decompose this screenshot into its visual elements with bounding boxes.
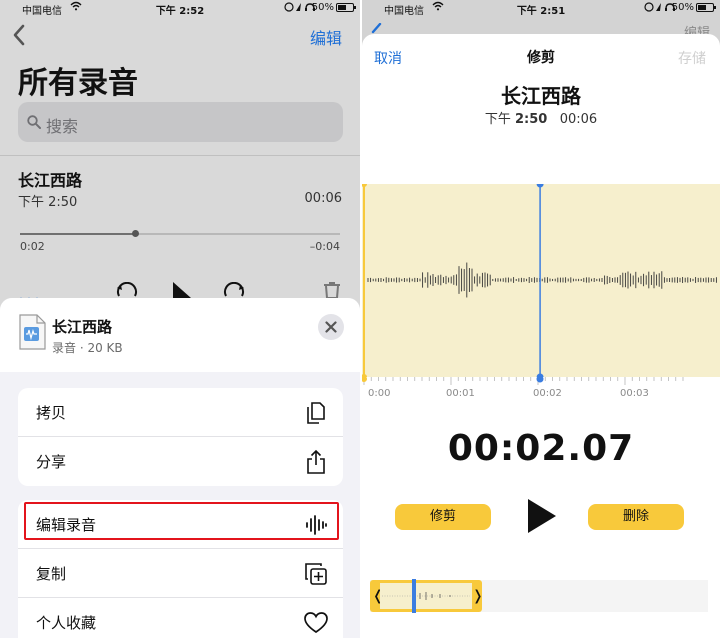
time-ruler: 0:00 00:01 00:02 00:03: [362, 377, 684, 399]
file-meta: 录音 · 20 KB: [52, 341, 123, 355]
overview-strip[interactable]: ❬ ❭: [370, 579, 708, 613]
scrubber-progress: [20, 233, 136, 235]
menu-item-favorite[interactable]: 个人收藏: [18, 598, 343, 638]
recording-name: 长江西路: [501, 84, 581, 108]
menu-item-label: 拷贝: [36, 404, 67, 422]
menu-item-label: 复制: [36, 565, 67, 583]
trim-modal: 取消 修剪 存储 长江西路 下午 2:50 00:06 0:00 00:01 0…: [362, 34, 720, 638]
playback-timer: 00:02.07: [447, 428, 635, 469]
recording-name[interactable]: 长江西路: [18, 167, 82, 191]
battery-icon: [696, 3, 716, 12]
status-bar: 中国电信 下午 2:51 50%: [362, 0, 720, 17]
overview-waveform: [380, 583, 472, 609]
remaining-time: –0:04: [309, 240, 340, 253]
overview-playhead[interactable]: [412, 579, 416, 613]
modal-title: 修剪: [527, 50, 555, 66]
menu-group-1: 拷贝 分享: [18, 388, 343, 486]
battery-icon: [336, 3, 356, 12]
trim-selection[interactable]: ❬ ❭: [370, 579, 484, 613]
ruler-label: 00:03: [620, 388, 649, 399]
trim-right-handle-icon[interactable]: ❭: [472, 588, 484, 604]
waveform-bars: [367, 262, 717, 298]
action-sheet: 长江西路 录音 · 20 KB 拷贝 分享 编辑录音 复制 个人收藏: [0, 298, 360, 638]
menu-item-duplicate[interactable]: 复制: [18, 549, 343, 598]
trim-button[interactable]: 修剪: [395, 504, 491, 530]
menu-item-share[interactable]: 分享: [18, 437, 343, 486]
save-button[interactable]: 存储: [678, 48, 706, 68]
file-name: 长江西路: [52, 318, 113, 336]
highlight-box: [24, 502, 339, 540]
right-screen: 中国电信 下午 2:51 50% 编辑 取消 修剪 存储 长江西路 下午 2:5…: [362, 0, 720, 638]
sheet-header: 长江西路 录音 · 20 KB: [0, 298, 360, 372]
waveform-editor[interactable]: [362, 184, 720, 377]
recording-date-time: 2:50: [514, 112, 548, 127]
playhead-knob[interactable]: [536, 184, 544, 188]
search-icon: [27, 114, 41, 129]
left-screen: 中国电信 下午 2:52 50% 编辑 所有录音 搜索 长江西路 下午 2:50…: [0, 0, 360, 638]
playback-scrubber[interactable]: [20, 230, 340, 237]
close-button[interactable]: [318, 314, 344, 340]
ruler-label: 00:01: [446, 388, 475, 399]
trim-handle-knob[interactable]: [362, 184, 367, 187]
edit-button[interactable]: 编辑: [310, 25, 342, 49]
close-icon: [325, 321, 337, 333]
ruler-ticks: [363, 377, 684, 385]
menu-item-label: 个人收藏: [36, 614, 97, 632]
share-icon: [303, 449, 329, 475]
audio-file-icon: [18, 314, 46, 350]
search-placeholder: 搜索: [46, 117, 79, 136]
recording-date-prefix: 下午: [484, 112, 511, 127]
heart-icon: [303, 610, 329, 636]
back-chevron-icon[interactable]: [12, 24, 26, 46]
search-input[interactable]: 搜索: [18, 102, 343, 142]
scrubber-thumb[interactable]: [132, 230, 140, 237]
battery-percent: 50%: [671, 2, 694, 13]
playhead-knob: [536, 377, 544, 383]
menu-item-copy[interactable]: 拷贝: [18, 388, 343, 437]
menu-item-label: 分享: [36, 453, 67, 471]
waveform: [362, 184, 717, 377]
recording-date: 下午 2:50: [18, 195, 78, 210]
trim-handle-knob: [362, 377, 367, 382]
ruler-label: 0:00: [368, 388, 390, 399]
recording-duration: 00:06: [304, 191, 342, 206]
delete-button[interactable]: 删除: [588, 504, 684, 530]
recording-duration: 00:06: [559, 112, 598, 127]
recording-info: 下午 2:50 00:06: [362, 108, 720, 127]
play-icon[interactable]: [526, 498, 558, 534]
copy-icon: [303, 400, 329, 426]
status-bar: 中国电信 下午 2:52 50%: [0, 0, 360, 17]
elapsed-time: 0:02: [20, 240, 45, 253]
ruler-label: 00:02: [533, 388, 562, 399]
battery-percent: 50%: [311, 2, 334, 13]
divider: [0, 155, 360, 156]
page-title: 所有录音: [18, 66, 138, 101]
duplicate-icon: [303, 561, 329, 587]
